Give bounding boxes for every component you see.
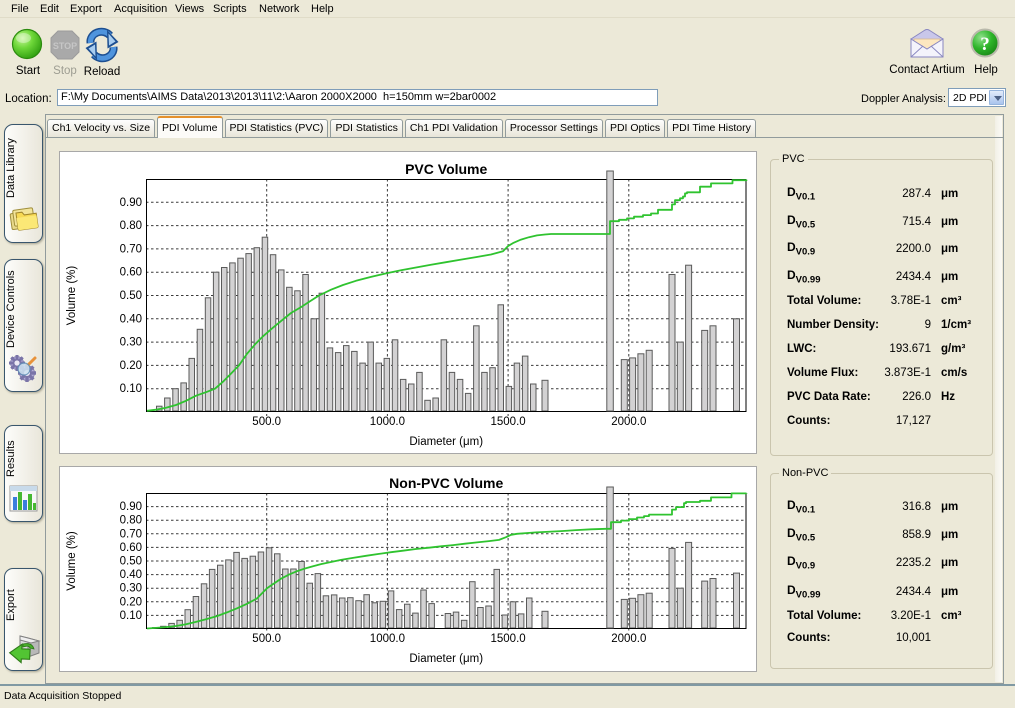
svg-text:?: ? (980, 34, 990, 55)
svg-text:Diameter (μm): Diameter (μm) (409, 653, 483, 665)
svg-text:0.10: 0.10 (120, 383, 142, 395)
svg-text:500.0: 500.0 (252, 416, 281, 428)
svg-text:0.60: 0.60 (120, 542, 142, 554)
svg-text:0.30: 0.30 (120, 337, 142, 349)
svg-text:Volume (%): Volume (%) (66, 531, 78, 591)
svg-text:Diameter (μm): Diameter (μm) (409, 436, 483, 448)
svg-text:2000.0: 2000.0 (611, 633, 646, 645)
svg-text:STOP: STOP (53, 41, 77, 51)
svg-text:PVC Volume: PVC Volume (405, 161, 487, 177)
svg-text:0.40: 0.40 (120, 569, 142, 581)
svg-text:1500.0: 1500.0 (491, 633, 526, 645)
svg-text:0.40: 0.40 (120, 313, 142, 325)
svg-text:0.20: 0.20 (120, 596, 142, 608)
svg-text:0.70: 0.70 (120, 243, 142, 255)
svg-text:Volume (%): Volume (%) (66, 266, 78, 326)
svg-text:0.90: 0.90 (120, 501, 142, 513)
svg-text:0.80: 0.80 (120, 515, 142, 527)
svg-text:1000.0: 1000.0 (370, 633, 405, 645)
svg-text:0.90: 0.90 (120, 197, 142, 209)
svg-text:0.80: 0.80 (120, 220, 142, 232)
svg-text:Non-PVC Volume: Non-PVC Volume (389, 475, 503, 491)
svg-text:0.50: 0.50 (120, 290, 142, 302)
svg-text:1500.0: 1500.0 (491, 416, 526, 428)
svg-text:0.10: 0.10 (120, 610, 142, 622)
svg-text:0.50: 0.50 (120, 556, 142, 568)
svg-text:500.0: 500.0 (252, 633, 281, 645)
svg-text:0.60: 0.60 (120, 267, 142, 279)
svg-text:1000.0: 1000.0 (370, 416, 405, 428)
svg-text:2000.0: 2000.0 (611, 416, 646, 428)
svg-text:0.20: 0.20 (120, 360, 142, 372)
svg-text:0.70: 0.70 (120, 528, 142, 540)
svg-text:0.30: 0.30 (120, 583, 142, 595)
